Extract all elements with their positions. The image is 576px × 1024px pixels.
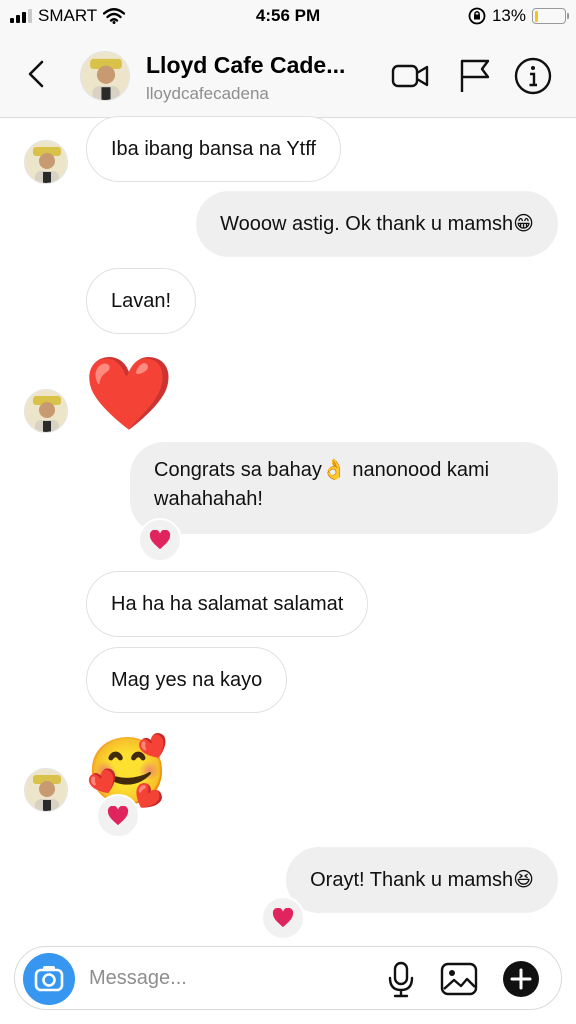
heart-reaction[interactable] [138,518,182,562]
heart-icon [149,530,171,550]
contact-avatar[interactable] [80,51,130,101]
flag-icon[interactable] [455,56,495,96]
video-call-icon[interactable] [390,56,430,96]
heart-icon [107,806,129,826]
battery-percent: 13% [491,6,526,25]
heart-reaction[interactable] [261,896,305,940]
battery-icon [532,8,569,24]
message-outgoing[interactable]: Congrats sa bahay👌 nanonood kami wahahah… [130,442,558,534]
message-composer: Message... [14,946,562,1010]
contact-name[interactable]: Lloyd Cafe Cade... [146,52,345,79]
microphone-icon[interactable] [381,959,421,999]
heart-icon [272,908,294,928]
message-input[interactable]: Message... [89,967,187,990]
message-emoji-heart[interactable]: ❤️ [84,350,174,438]
chat-header: Lloyd Cafe Cade... lloydcafecadena [0,34,576,118]
sender-avatar[interactable] [24,140,68,184]
info-icon[interactable] [513,56,553,96]
camera-icon [34,966,64,992]
message-outgoing[interactable]: Wooow astig. Ok thank u mamsh😁 [196,191,558,257]
back-chevron-icon[interactable] [22,56,54,92]
plus-icon[interactable] [501,959,541,999]
contact-username: lloydcafecadena [146,84,269,103]
sender-avatar[interactable] [24,389,68,433]
message-outgoing[interactable]: Orayt! Thank u mamsh😆 [286,847,558,913]
message-incoming[interactable]: Lavan! [86,268,197,334]
message-incoming[interactable]: Iba ibang bansa na Ytff [86,116,341,182]
status-bar: SMART 4:56 PM 13% [0,0,576,34]
orientation-lock-icon [468,7,486,25]
message-incoming[interactable]: Mag yes na kayo [86,647,288,713]
status-right: 13% [468,6,569,26]
heart-reaction[interactable] [96,794,140,838]
camera-button[interactable] [23,953,75,1005]
gallery-icon[interactable] [439,959,479,999]
message-incoming[interactable]: Ha ha ha salamat salamat [86,571,369,637]
sender-avatar[interactable] [24,768,68,812]
